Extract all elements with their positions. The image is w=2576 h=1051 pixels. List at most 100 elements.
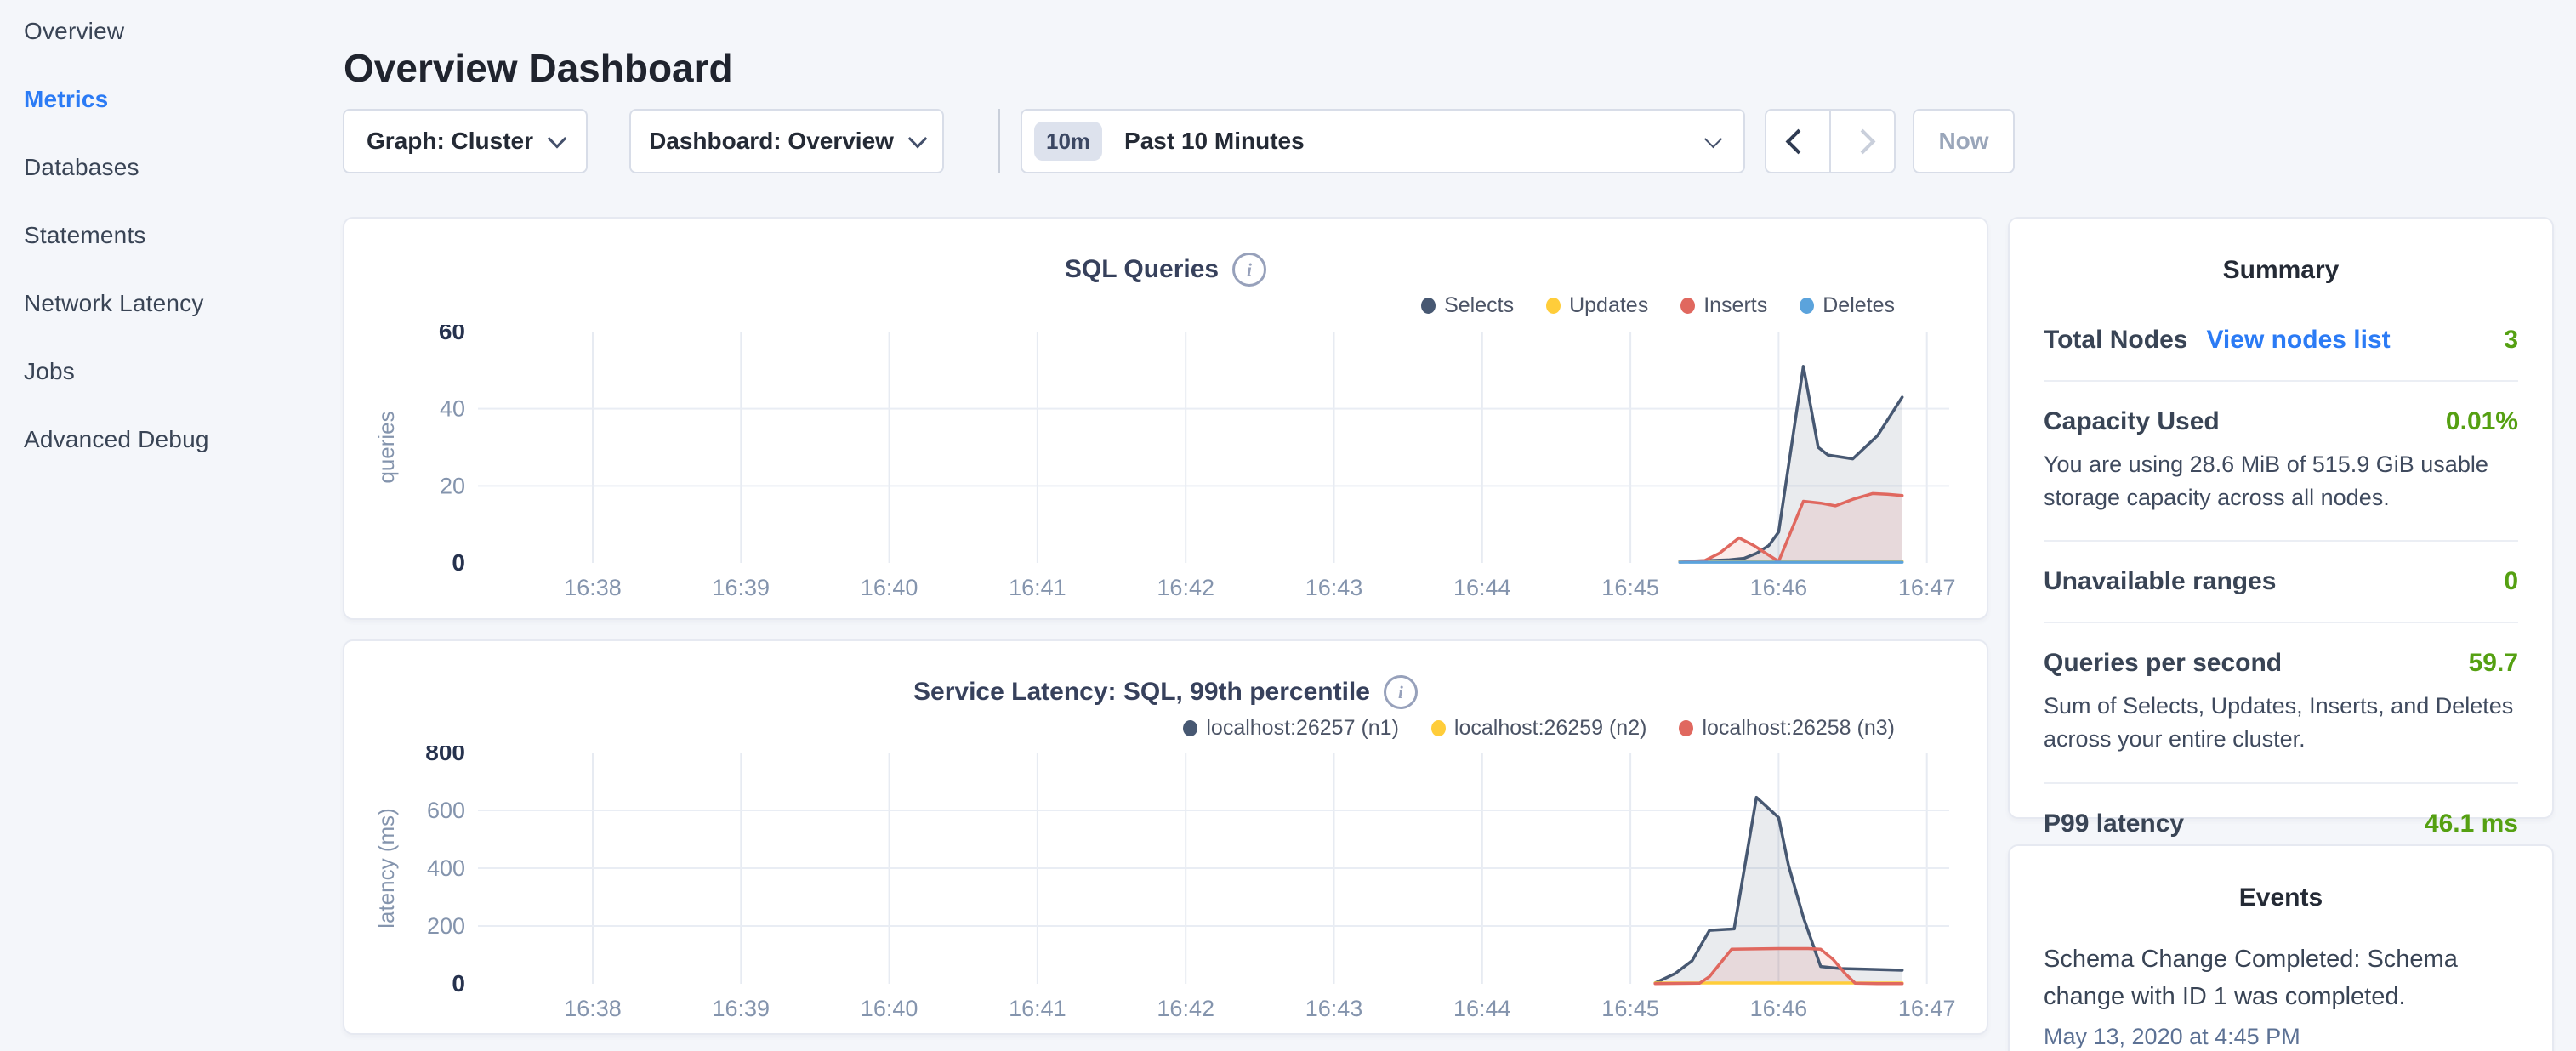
- service-latency-plot[interactable]: 16:3816:3916:4016:4116:4216:4316:4416:45…: [365, 746, 1972, 1026]
- summary-value: 3: [2504, 326, 2518, 355]
- summary-label: Unavailable ranges: [2044, 567, 2276, 596]
- time-forward-button[interactable]: [1829, 109, 1896, 173]
- chevron-right-icon: [1850, 128, 1875, 154]
- svg-text:200: 200: [427, 913, 465, 939]
- legend-item[interactable]: Selects: [1421, 293, 1514, 318]
- legend-dot-icon: [1183, 720, 1197, 736]
- svg-text:16:46: 16:46: [1750, 996, 1808, 1021]
- sql-queries-plot[interactable]: 16:3816:3916:4016:4116:4216:4316:4416:45…: [365, 325, 1972, 605]
- svg-text:16:38: 16:38: [564, 996, 622, 1021]
- legend-dot-icon: [1421, 298, 1436, 314]
- svg-text:16:40: 16:40: [861, 996, 918, 1021]
- summary-value: 0: [2504, 567, 2518, 596]
- svg-text:16:39: 16:39: [713, 996, 771, 1021]
- divider: [2044, 540, 2518, 542]
- legend-item[interactable]: Updates: [1546, 293, 1648, 318]
- event-timestamp: May 13, 2020 at 4:45 PM: [2044, 1024, 2518, 1050]
- divider: [2044, 782, 2518, 784]
- svg-text:16:43: 16:43: [1305, 996, 1363, 1021]
- legend-dot-icon: [1680, 298, 1695, 314]
- events-title: Events: [2044, 846, 2518, 912]
- divider: [2044, 622, 2518, 623]
- toolbar-divider: [998, 109, 1000, 173]
- svg-text:16:43: 16:43: [1305, 575, 1363, 600]
- info-icon[interactable]: i: [1232, 253, 1266, 287]
- svg-text:16:44: 16:44: [1453, 996, 1511, 1021]
- dashboard-label: Dashboard: Overview: [649, 128, 894, 155]
- summary-row-capacity: Capacity Used 0.01%: [2044, 407, 2518, 436]
- view-nodes-list-link[interactable]: View nodes list: [2206, 326, 2390, 355]
- sidebar-item-metrics[interactable]: Metrics: [24, 65, 313, 134]
- dashboard-dropdown[interactable]: Dashboard: Overview: [629, 109, 944, 173]
- legend-item[interactable]: localhost:26259 (n2): [1431, 716, 1647, 741]
- svg-text:16:41: 16:41: [1009, 996, 1066, 1021]
- summary-note: Sum of Selects, Updates, Inserts, and De…: [2044, 690, 2518, 756]
- chart-legend: localhost:26257 (n1) localhost:26259 (n2)…: [1183, 716, 1895, 741]
- events-panel: Events Schema Change Completed: Schema c…: [2008, 844, 2554, 1051]
- svg-text:20: 20: [440, 473, 465, 498]
- summary-row-total-nodes: Total Nodes View nodes list 3: [2044, 326, 2518, 355]
- sidebar-item-advanced-debug[interactable]: Advanced Debug: [24, 406, 313, 474]
- summary-label: Capacity Used: [2044, 407, 2220, 436]
- legend-label: Selects: [1444, 293, 1514, 318]
- chevron-left-icon: [1785, 128, 1811, 154]
- sidebar: Overview Metrics Databases Statements Ne…: [24, 0, 313, 474]
- svg-text:40: 40: [440, 396, 465, 422]
- legend-label: localhost:26257 (n1): [1206, 716, 1399, 741]
- legend-dot-icon: [1800, 298, 1814, 314]
- svg-text:queries: queries: [373, 411, 399, 483]
- summary-label: Total Nodes: [2044, 326, 2187, 355]
- svg-text:16:40: 16:40: [861, 575, 918, 600]
- svg-text:16:44: 16:44: [1453, 575, 1511, 600]
- legend-item[interactable]: localhost:26258 (n3): [1679, 716, 1895, 741]
- legend-label: Inserts: [1703, 293, 1767, 318]
- svg-text:16:47: 16:47: [1898, 575, 1956, 600]
- time-range-label: Past 10 Minutes: [1124, 128, 1305, 155]
- svg-text:60: 60: [439, 325, 465, 344]
- legend-label: Updates: [1569, 293, 1648, 318]
- summary-row-qps: Queries per second 59.7: [2044, 649, 2518, 678]
- sidebar-item-jobs[interactable]: Jobs: [24, 338, 313, 406]
- chart-title: SQL Queries: [1065, 255, 1219, 284]
- info-icon[interactable]: i: [1384, 675, 1418, 709]
- sidebar-item-overview[interactable]: Overview: [24, 0, 313, 65]
- legend-item[interactable]: Deletes: [1800, 293, 1895, 318]
- summary-label: P99 latency: [2044, 810, 2184, 838]
- sidebar-item-statements[interactable]: Statements: [24, 202, 313, 270]
- svg-text:400: 400: [427, 855, 465, 881]
- time-range-selector[interactable]: 10m Past 10 Minutes: [1021, 109, 1745, 173]
- legend-label: Deletes: [1823, 293, 1895, 318]
- legend-item[interactable]: Inserts: [1680, 293, 1767, 318]
- summary-value: 46.1 ms: [2425, 810, 2518, 838]
- graph-scope-dropdown[interactable]: Graph: Cluster: [343, 109, 588, 173]
- sql-queries-chart-card: SQL Queries i Selects Updates Inserts Delet…: [343, 217, 1988, 620]
- summary-value: 0.01%: [2446, 407, 2518, 436]
- svg-text:16:45: 16:45: [1601, 575, 1659, 600]
- svg-text:16:41: 16:41: [1009, 575, 1066, 600]
- graph-scope-label: Graph: Cluster: [367, 128, 533, 155]
- legend-label: localhost:26258 (n3): [1702, 716, 1895, 741]
- svg-text:16:39: 16:39: [713, 575, 771, 600]
- admin-ui: Overview Metrics Databases Statements Ne…: [0, 0, 2576, 1051]
- summary-row-p99: P99 latency 46.1 ms: [2044, 810, 2518, 838]
- sidebar-item-databases[interactable]: Databases: [24, 134, 313, 202]
- legend-dot-icon: [1431, 720, 1446, 736]
- svg-text:0: 0: [452, 549, 465, 576]
- event-item[interactable]: Schema Change Completed: Schema change w…: [2044, 941, 2518, 1015]
- chevron-down-icon: [548, 129, 567, 149]
- summary-title: Summary: [2044, 219, 2518, 285]
- now-button-label: Now: [1938, 128, 1988, 155]
- svg-text:latency (ms): latency (ms): [373, 808, 399, 929]
- chevron-down-icon: [1704, 130, 1722, 148]
- time-back-button[interactable]: [1765, 109, 1831, 173]
- legend-dot-icon: [1546, 298, 1561, 314]
- legend-item[interactable]: localhost:26257 (n1): [1183, 716, 1399, 741]
- chevron-down-icon: [908, 129, 928, 149]
- svg-text:16:38: 16:38: [564, 575, 622, 600]
- chart-legend: Selects Updates Inserts Deletes: [1421, 293, 1895, 318]
- sidebar-item-network-latency[interactable]: Network Latency: [24, 270, 313, 338]
- time-now-button[interactable]: Now: [1913, 109, 2015, 173]
- svg-text:16:42: 16:42: [1157, 996, 1214, 1021]
- summary-panel: Summary Total Nodes View nodes list 3 Ca…: [2008, 217, 2554, 819]
- svg-text:800: 800: [425, 746, 465, 765]
